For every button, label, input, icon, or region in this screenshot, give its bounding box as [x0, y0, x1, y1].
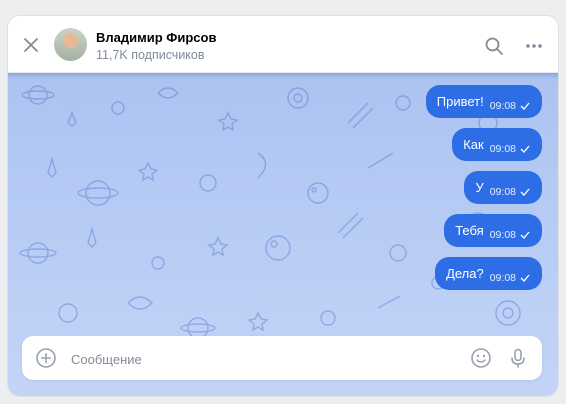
top-shadow: [8, 73, 558, 79]
attach-button[interactable]: [35, 347, 57, 369]
message-bubble[interactable]: Дела? 09:08: [435, 257, 542, 290]
chat-window: Владимир Фирсов 11,7K подписчиков Привет…: [8, 16, 558, 396]
close-icon: [24, 38, 38, 52]
sent-check-icon: [520, 188, 530, 196]
message-time: 09:08: [489, 229, 516, 241]
microphone-icon: [511, 348, 525, 368]
more-button[interactable]: [522, 34, 546, 58]
emoji-icon: [471, 348, 491, 368]
sent-check-icon: [520, 274, 530, 282]
message-input[interactable]: [69, 347, 463, 371]
chat-title[interactable]: Владимир Фирсов: [96, 30, 216, 45]
search-button[interactable]: [482, 34, 506, 58]
message-composer: [22, 336, 542, 380]
message-time: 09:08: [489, 186, 516, 198]
sent-check-icon: [520, 231, 530, 239]
message-bubble[interactable]: У 09:08: [464, 171, 542, 204]
avatar[interactable]: [54, 28, 87, 61]
add-circle-icon: [36, 348, 56, 368]
message-time: 09:08: [489, 100, 516, 112]
subscriber-count: 11,7K подписчиков: [96, 48, 205, 62]
message-time: 09:08: [489, 143, 516, 155]
message-bubble[interactable]: Привет! 09:08: [425, 85, 542, 118]
message-bubble[interactable]: Как 09:08: [452, 128, 542, 161]
message-list: Привет! 09:08 Как 09:08 У 09:08 Тебя 09:…: [425, 85, 542, 290]
message-text: Как: [463, 137, 484, 152]
chat-header: Владимир Фирсов 11,7K подписчиков: [8, 16, 558, 73]
sent-check-icon: [520, 145, 530, 153]
message-time: 09:08: [489, 272, 516, 284]
message-text: Тебя: [455, 223, 484, 238]
chat-area[interactable]: Привет! 09:08 Как 09:08 У 09:08 Тебя 09:…: [8, 73, 558, 396]
close-button[interactable]: [18, 32, 44, 58]
message-text: У: [475, 180, 484, 195]
search-icon: [485, 37, 503, 55]
more-icon: [526, 44, 542, 48]
message-text: Дела?: [446, 266, 484, 281]
message-bubble[interactable]: Тебя 09:08: [444, 214, 542, 247]
message-text: Привет!: [436, 94, 484, 109]
emoji-button[interactable]: [470, 347, 492, 369]
sent-check-icon: [520, 102, 530, 110]
voice-button[interactable]: [507, 347, 529, 369]
